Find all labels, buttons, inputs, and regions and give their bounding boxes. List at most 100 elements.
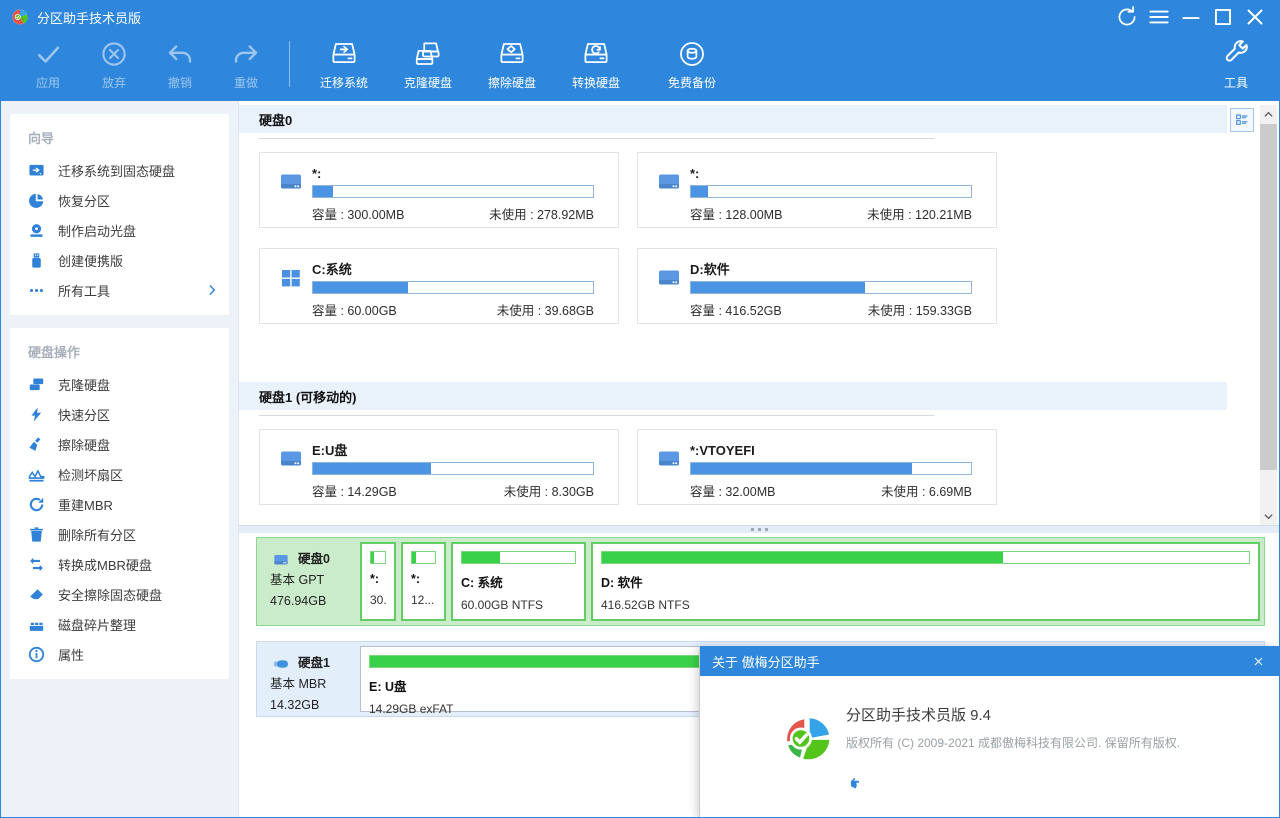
toolbar-label: 放弃 — [102, 74, 126, 91]
sidebar-item-secure-erase-ssd[interactable]: 安全擦除固态硬盘 — [10, 579, 229, 609]
toolbar-button-free-backup[interactable]: 免费备份 — [650, 35, 734, 91]
sidebar-item-convert-to-mbr[interactable]: 转换成MBR硬盘 — [10, 549, 229, 579]
scroll-down-button[interactable] — [1260, 507, 1277, 525]
hdd-icon — [278, 447, 304, 471]
capacity-text: 容量 : 416.52GB — [690, 300, 782, 319]
hdd-icon — [270, 552, 292, 568]
sidebar-item-make-boot-disc[interactable]: 制作启动光盘 — [10, 215, 229, 245]
close-button[interactable] — [1239, 4, 1271, 30]
partition-card[interactable]: C:系统 容量 : 60.00GB 未使用 : 39.68GB — [259, 248, 619, 324]
sidebar-item-delete-all-partitions[interactable]: 删除所有分区 — [10, 519, 229, 549]
usage-bar — [690, 281, 972, 294]
sidebar-item-clone-disk[interactable]: 克隆硬盘 — [10, 369, 229, 399]
toolbar-button-convert-disk[interactable]: 转换硬盘 — [554, 35, 638, 91]
sidebar-item-label: 磁盘碎片整理 — [58, 615, 136, 634]
pane-splitter[interactable] — [239, 525, 1279, 533]
sidebar-item-label: 迁移系统到固态硬盘 — [58, 161, 175, 180]
toolbar-label: 迁移系统 — [320, 74, 368, 91]
sidebar-item-label: 创建便携版 — [58, 251, 123, 270]
mini-usage-fill — [462, 552, 500, 563]
sidebar-item-all-tools[interactable]: 所有工具 — [10, 275, 229, 305]
maximize-button[interactable] — [1207, 4, 1239, 30]
toolbar-label: 克隆硬盘 — [404, 74, 452, 91]
toolbar-button-tools[interactable]: 工具 — [1207, 35, 1265, 91]
partition-card[interactable]: *: 容量 : 128.00MB 未使用 : 120.21MB — [637, 152, 997, 228]
toolbar-button-undo[interactable]: 撤销 — [147, 35, 213, 91]
sidebar-item-wipe-disk[interactable]: 擦除硬盘 — [10, 429, 229, 459]
mini-usage-fill — [412, 552, 416, 563]
sidebar-item-properties[interactable]: 属性 — [10, 639, 229, 669]
toolbar-button-wipe-disk[interactable]: 擦除硬盘 — [470, 35, 554, 91]
toolbar-divider — [289, 41, 290, 87]
partition-card[interactable]: E:U盘 容量 : 14.29GB 未使用 : 8.30GB — [259, 429, 619, 505]
backup-icon — [677, 39, 707, 69]
toolbar-button-discard[interactable]: 放弃 — [81, 35, 147, 91]
scroll-up-button[interactable] — [1260, 105, 1277, 123]
hdd-icon — [278, 170, 304, 194]
partition-card[interactable]: D:软件 容量 : 416.52GB 未使用 : 159.33GB — [637, 248, 997, 324]
partition-card-body: D:软件 容量 : 416.52GB 未使用 : 159.33GB — [690, 263, 972, 323]
toolbar-button-clone-disk[interactable]: 克隆硬盘 — [386, 35, 470, 91]
sidebar-item-label: 删除所有分区 — [58, 525, 136, 544]
scroll-down-icon — [1263, 511, 1274, 522]
about-dialog-title: 关于 傲梅分区助手 — [712, 652, 820, 671]
mini-usage-bar — [411, 551, 436, 564]
menu-icon[interactable] — [1143, 4, 1175, 30]
partition-block[interactable]: D: 软件 416.52GB NTFS — [591, 542, 1260, 621]
disk0-section-header: 硬盘0 — [239, 105, 1227, 133]
sidebar-item-defragment[interactable]: 磁盘碎片整理 — [10, 609, 229, 639]
partition-block-label: *: — [370, 572, 386, 586]
sidebar-item-quick-partition[interactable]: 快速分区 — [10, 399, 229, 429]
sidebar-item-migrate-to-ssd[interactable]: 迁移系统到固态硬盘 — [10, 155, 229, 185]
toolbar-button-migrate-os[interactable]: 迁移系统 — [302, 35, 386, 91]
vertical-scrollbar[interactable] — [1260, 105, 1277, 525]
about-dialog-titlebar: 关于 傲梅分区助手 — [700, 646, 1280, 676]
toolbar-button-apply[interactable]: 应用 — [15, 35, 81, 91]
sidebar-section-title: 硬盘操作 — [10, 338, 229, 369]
unused-text: 未使用 : 8.30GB — [504, 481, 594, 500]
disk1-section: 硬盘1 (可移动的) E:U盘 容量 : 14.29GB 未使用 : 8.3 — [239, 382, 1279, 505]
toolbar-button-redo[interactable]: 重做 — [213, 35, 279, 91]
partition-card[interactable]: *: 容量 : 300.00MB 未使用 : 278.92MB — [259, 152, 619, 228]
sidebar-item-recover-partition[interactable]: 恢复分区 — [10, 185, 229, 215]
list-view-toggle-button[interactable] — [1230, 108, 1254, 132]
minimize-button[interactable] — [1175, 4, 1207, 30]
migrate-drive-icon — [329, 39, 359, 69]
refresh-icon[interactable] — [1111, 4, 1143, 30]
mini-usage-bar — [370, 551, 386, 564]
partition-block[interactable]: *: 30... — [360, 542, 396, 621]
partition-block[interactable]: *: 12... — [401, 542, 446, 621]
partition-card-body: *: 容量 : 300.00MB 未使用 : 278.92MB — [312, 167, 594, 227]
partition-card-footer: 容量 : 416.52GB 未使用 : 159.33GB — [690, 300, 972, 319]
sidebar-item-check-bad-sectors[interactable]: 检测坏扇区 — [10, 459, 229, 489]
partition-card-body: *: 容量 : 128.00MB 未使用 : 120.21MB — [690, 167, 972, 227]
disk-cards-pane: 硬盘0 *: 容量 : 300.00MB 未使用 : 278.92MB — [239, 101, 1279, 525]
partition-name: C:系统 — [312, 263, 594, 276]
scrollbar-thumb[interactable] — [1260, 124, 1277, 470]
usage-bar — [690, 462, 972, 475]
unused-text: 未使用 : 39.68GB — [497, 300, 594, 319]
partition-card-footer: 容量 : 300.00MB 未使用 : 278.92MB — [312, 204, 594, 223]
partition-card[interactable]: *:VTOYEFI 容量 : 32.00MB 未使用 : 6.69MB — [637, 429, 997, 505]
hdd-icon — [656, 447, 682, 471]
disk1-info[interactable]: 硬盘1 基本 MBR 14.32GB — [257, 642, 358, 716]
sidebar-item-create-portable[interactable]: 创建便携版 — [10, 245, 229, 275]
unused-text: 未使用 : 159.33GB — [868, 300, 972, 319]
partition-block[interactable]: C: 系统 60.00GB NTFS — [451, 542, 586, 621]
dots-more-icon — [28, 282, 45, 299]
partition-name: E:U盘 — [312, 444, 594, 457]
partition-block-label: D: 软件 — [601, 572, 1250, 591]
about-dialog-close-button[interactable] — [1249, 652, 1267, 670]
disk0-name-line: 硬盘0 — [270, 549, 358, 570]
disk0-info[interactable]: 硬盘0 基本 GPT 476.94GB — [257, 538, 358, 625]
clone-drive-icon — [413, 39, 443, 69]
sidebar-item-rebuild-mbr[interactable]: 重建MBR — [10, 489, 229, 519]
disk-name: 硬盘0 — [298, 549, 330, 570]
hand-icon — [846, 776, 862, 792]
partition-block-size: 30... — [370, 593, 386, 607]
disk0-blocks: *: 30... *: 12... C: 系统 60.00GB NTFS — [358, 538, 1264, 625]
usage-bar-fill — [313, 186, 333, 197]
sidebar-item-label: 克隆硬盘 — [58, 375, 110, 394]
capacity-text: 容量 : 14.29GB — [312, 481, 397, 500]
header: 分区助手技术员版 应用 放弃 撤销 重做 — [1, 1, 1279, 101]
